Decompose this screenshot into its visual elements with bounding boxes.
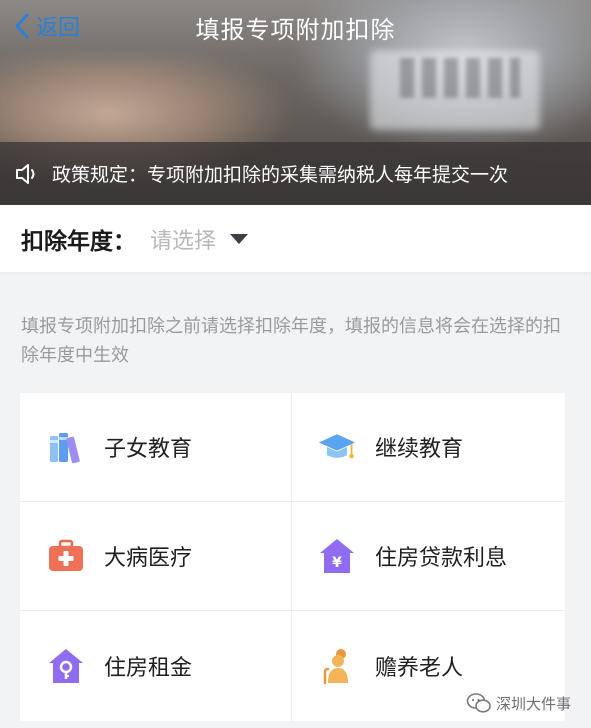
books-icon (46, 427, 86, 467)
medical-kit-icon (46, 536, 86, 576)
item-label: 子女教育 (104, 437, 193, 462)
banner-blur-keyboard (400, 58, 520, 98)
page-title: 填报专项附加扣除 (195, 16, 396, 44)
item-serious-illness-medical[interactable]: 大病医疗 (20, 502, 292, 611)
item-housing-loan-interest[interactable]: ¥ 住房贷款利息 (292, 502, 565, 611)
item-label: 赡养老人 (375, 656, 464, 681)
house-yen-icon: ¥ (317, 536, 357, 576)
instruction-text: 填报专项附加扣除之前请选择扣除年度，填报的信息将会在选择的扣除年度中生效 (21, 316, 561, 366)
item-label: 住房租金 (104, 656, 193, 681)
watermark-text: 深圳大件事 (495, 694, 571, 713)
watermark: 深圳大件事 (466, 692, 571, 714)
item-label: 继续教育 (375, 437, 464, 462)
wechat-logo-icon (466, 692, 492, 714)
item-children-education[interactable]: 子女教育 (20, 393, 292, 502)
deduction-item-grid: 子女教育 继续教育 大病医疗 ¥ 住房贷款利息 住房租金 赡养老人 (20, 393, 565, 721)
item-continuing-education[interactable]: 继续教育 (292, 393, 565, 502)
house-key-icon (46, 646, 86, 686)
deduction-year-dropdown[interactable]: 请选择 (150, 223, 249, 255)
caret-down-icon (230, 233, 249, 244)
item-label: 大病医疗 (104, 546, 193, 571)
item-housing-rent[interactable]: 住房租金 (20, 611, 292, 721)
deduction-year-row: 扣除年度： 请选择 (0, 205, 591, 272)
nav-bar: 返回 填报专项附加扣除 (0, 0, 591, 52)
notice-text: 政策规定：专项附加扣除的采集需纳税人每年提交一次 (52, 164, 509, 186)
speaker-icon (14, 162, 42, 186)
graduation-cap-icon (317, 427, 357, 467)
deduction-year-label: 扣除年度： (21, 228, 136, 255)
item-label: 住房贷款利息 (375, 546, 508, 571)
header-banner: 返回 填报专项附加扣除 政策规定：专项附加扣除的采集需纳税人每年提交一次 (0, 0, 591, 205)
deduction-year-placeholder: 请选择 (150, 228, 217, 254)
policy-notice: 政策规定：专项附加扣除的采集需纳税人每年提交一次 (0, 142, 591, 205)
elderly-icon (317, 646, 357, 686)
svg-text:¥: ¥ (332, 555, 342, 571)
